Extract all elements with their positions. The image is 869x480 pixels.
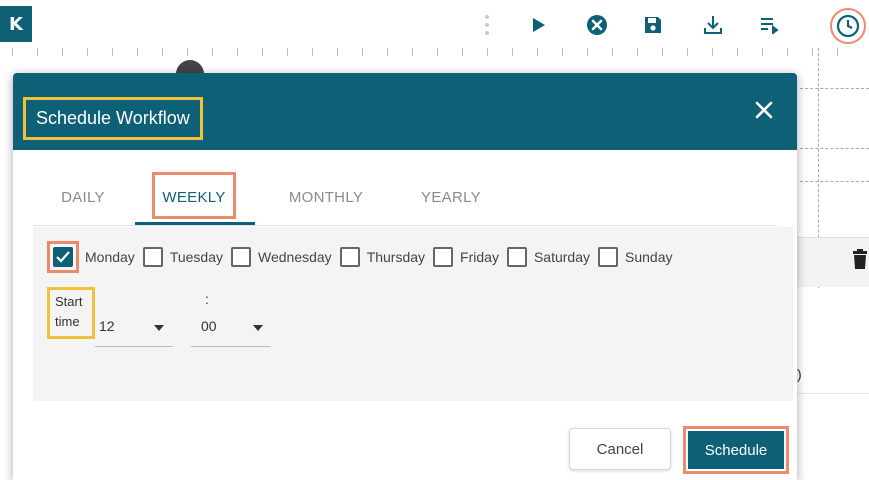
schedule-workflow-dialog: Schedule Workflow DAILY WEEKLY MONTHLY Y… (13, 73, 797, 480)
day-label: Friday (460, 249, 499, 265)
clock-icon (836, 14, 860, 38)
sunday-checkbox[interactable] (598, 247, 618, 267)
canvas-guide-line (800, 148, 869, 149)
tab-daily[interactable]: DAILY (53, 170, 113, 226)
dialog-title: Schedule Workflow (23, 97, 203, 140)
play-icon[interactable] (526, 12, 552, 38)
thursday-checkbox[interactable] (339, 247, 360, 267)
stop-icon[interactable] (584, 12, 610, 38)
active-tab-indicator (135, 222, 255, 225)
minute-value: 00 (201, 318, 217, 334)
start-time-label-line2: time (55, 314, 80, 329)
day-monday[interactable]: Monday (47, 241, 135, 273)
schedule-button[interactable]: Schedule (688, 431, 784, 469)
dialog-header: Schedule Workflow (13, 73, 797, 150)
day-friday[interactable]: Friday (433, 247, 499, 267)
canvas-ruler (12, 48, 852, 66)
chevron-down-icon (154, 325, 164, 331)
day-thursday[interactable]: Thursday (339, 247, 426, 267)
close-dialog-button[interactable] (753, 99, 775, 121)
schedule-tabs: DAILY WEEKLY MONTHLY YEARLY (33, 170, 777, 226)
schedule-clock-button[interactable] (830, 8, 866, 44)
day-sunday[interactable]: Sunday (598, 247, 672, 267)
start-time-label: Start time (47, 287, 95, 339)
tab-weekly[interactable]: WEEKLY (152, 170, 236, 226)
day-label: Monday (85, 249, 135, 265)
checkbox-highlight (47, 241, 79, 273)
day-label: Tuesday (169, 249, 223, 265)
day-tuesday[interactable]: Tuesday (142, 247, 223, 267)
tab-monthly[interactable]: MONTHLY (281, 170, 371, 226)
checkmark-icon (56, 251, 70, 263)
weekday-checkbox-group: Monday Tuesday Wednesday Thursday Friday… (47, 241, 680, 273)
list-icon[interactable] (756, 12, 782, 38)
day-label: Thursday (366, 249, 426, 265)
monday-checkbox[interactable] (53, 247, 73, 267)
hour-select[interactable]: 12 (95, 315, 173, 347)
day-wednesday[interactable]: Wednesday (231, 247, 332, 267)
canvas-guide-line (800, 88, 869, 89)
weekly-options-panel: Monday Tuesday Wednesday Thursday Friday… (33, 227, 793, 401)
day-label: Saturday (533, 249, 590, 265)
tuesday-checkbox[interactable] (142, 247, 163, 267)
save-icon[interactable] (640, 12, 666, 38)
close-icon (755, 101, 773, 119)
chevron-down-icon (253, 325, 263, 331)
wednesday-checkbox[interactable] (231, 247, 251, 267)
day-saturday[interactable]: Saturday (506, 247, 590, 267)
side-panel-divider (797, 393, 869, 394)
schedule-button-highlight: Schedule (683, 426, 789, 474)
collapse-panel-button[interactable]: K (0, 6, 32, 42)
canvas-guide-line (800, 181, 869, 182)
day-label: Sunday (625, 249, 673, 265)
minute-select[interactable]: 00 (191, 315, 271, 347)
tabs-divider (33, 225, 777, 226)
collapse-icon: K (9, 13, 23, 35)
side-panel-text: ) (797, 366, 802, 382)
saturday-checkbox[interactable] (506, 247, 527, 267)
download-icon[interactable] (700, 12, 726, 38)
tab-yearly[interactable]: YEARLY (413, 170, 489, 226)
time-separator: : (205, 291, 209, 307)
friday-checkbox[interactable] (433, 247, 454, 267)
more-vertical-icon[interactable] (485, 15, 489, 35)
trash-icon[interactable] (852, 249, 868, 274)
cancel-button[interactable]: Cancel (569, 428, 671, 470)
day-label: Wednesday (258, 249, 332, 265)
start-time-label-line1: Start (55, 294, 83, 309)
hour-value: 12 (99, 318, 115, 334)
top-toolbar: K (0, 0, 869, 48)
